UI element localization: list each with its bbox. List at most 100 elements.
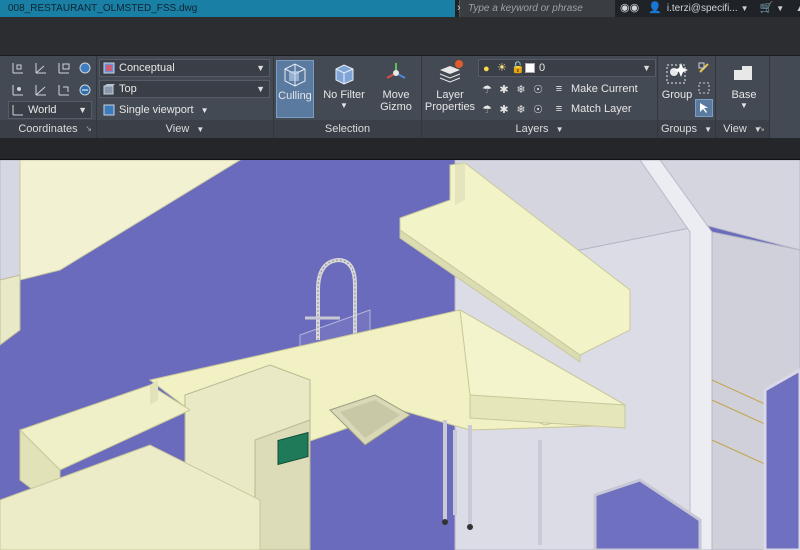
chevron-down-icon[interactable]: ▼ (776, 4, 784, 13)
user-icon[interactable]: 👤 (648, 0, 662, 17)
coordinate-system-dropdown[interactable]: World ▼ (8, 101, 92, 119)
visual-style-icon (103, 62, 115, 74)
app-exchange-icon[interactable]: ▲ (795, 0, 800, 17)
title-bar-tools: ◉◉ 👤 i.terzi@specifi... ▼ 🛒 ▼ ▲ (620, 0, 800, 17)
user-name[interactable]: i.terzi@specifi... (667, 3, 738, 14)
layers-panel: Layer Properties ● ☀ 🔓 0 ▼ ☂ ✱ ❄ ☉ ≡ Mak… (422, 56, 658, 138)
filter-cube-icon (335, 64, 354, 85)
ucs-icon (12, 104, 24, 116)
chevron-down-icon: ▼ (642, 63, 651, 73)
group-button[interactable]: Group (660, 60, 694, 118)
current-layer-value: 0 (539, 62, 546, 74)
viewport-config-button[interactable]: Single viewport ▼ (101, 101, 209, 119)
ucs-origin-icon[interactable] (10, 82, 26, 98)
chevron-down-icon[interactable]: ▼ (741, 4, 749, 13)
view-cube-icon (103, 83, 115, 95)
ucs-3point-icon[interactable] (56, 82, 72, 98)
ungroup-icon[interactable] (696, 60, 712, 76)
chevron-down-icon: ▼ (78, 105, 87, 115)
chevron-down-icon: ▼ (340, 101, 348, 110)
binoculars-icon[interactable]: ◉◉ (620, 0, 639, 17)
chevron-down-icon: ▼ (256, 63, 265, 73)
layer-properties-label-line2: Properties (424, 101, 476, 113)
layer-properties-icon (439, 60, 463, 83)
layers-panel-label[interactable]: Layers ▼ (422, 120, 657, 138)
chevron-down-icon: ▼ (196, 125, 205, 134)
drawing-viewport[interactable] (0, 160, 800, 550)
base-button[interactable]: Base ▼ (724, 60, 764, 118)
chevron-down-icon: ▼ (256, 84, 265, 94)
cart-icon[interactable]: 🛒 (760, 0, 774, 17)
layer-color-swatch (525, 63, 535, 73)
panel-label-text: View (723, 123, 747, 135)
panel-label-text: Selection (324, 123, 371, 135)
dialog-launcher-icon[interactable]: ↘ (85, 120, 92, 138)
layer-dropdown[interactable]: ● ☀ 🔓 0 ▼ (478, 59, 656, 77)
move-gizmo-label-line2: Gizmo (380, 101, 412, 113)
coordinates-panel: World ▼ Coordinates ↘ (0, 56, 97, 138)
match-layer-icon[interactable]: ≡ (552, 102, 566, 116)
culling-button[interactable]: Culling (276, 60, 314, 118)
selection-panel: Culling No Filter ▼ Move Gizmo Selection (274, 56, 422, 138)
no-filter-button[interactable]: No Filter ▼ (318, 60, 370, 118)
base-label: Base (731, 89, 757, 101)
layer-off-icon[interactable]: ☂ (480, 82, 494, 96)
ribbon-tab-bar (0, 17, 800, 56)
file-name: 008_RESTAURANT_OLMSTED_FSS.dwg (8, 3, 198, 14)
view-base-panel-label[interactable]: View ▼ ↘ (716, 120, 769, 138)
ucs-view-icon[interactable] (56, 60, 72, 76)
chevron-down-icon: ▼ (704, 125, 713, 134)
view-panel-label[interactable]: View ▼ (97, 120, 273, 138)
sun-icon: ☀ (497, 62, 507, 74)
culling-icon (284, 63, 306, 87)
visual-style-value: Conceptual (119, 62, 175, 74)
visual-style-dropdown[interactable]: Conceptual ▼ (99, 59, 270, 77)
base-view-icon (734, 66, 752, 80)
move-gizmo-button[interactable]: Move Gizmo (374, 60, 418, 118)
layer-unlock-icon[interactable]: ☉ (531, 102, 545, 116)
chevron-down-icon: ▼ (740, 101, 748, 110)
search-input[interactable]: › Type a keyword or phrase (457, 0, 615, 17)
ucs-object-icon[interactable] (77, 60, 93, 76)
groups-panel: Group Groups ▼ (658, 56, 716, 138)
layer-thaw-icon[interactable]: ❄ (514, 102, 528, 116)
layer-properties-button[interactable]: Layer Properties (424, 60, 476, 118)
view-preset-value: Top (119, 83, 137, 95)
match-layer-button[interactable]: Match Layer (571, 103, 632, 115)
viewport-config-value: Single viewport (119, 104, 194, 116)
panel-label-text: View (165, 123, 190, 135)
file-tab[interactable]: 008_RESTAURANT_OLMSTED_FSS.dwg (0, 0, 455, 17)
group-edit-icon[interactable] (696, 80, 712, 96)
panel-label-text: Groups (660, 123, 698, 135)
ribbon: World ▼ Coordinates ↘ Conceptual ▼ Top ▼ (0, 56, 800, 138)
layer-unisolate-icon[interactable]: ✱ (497, 102, 511, 116)
ucs-z-axis-icon[interactable] (33, 82, 49, 98)
group-icon (666, 63, 688, 84)
view-base-panel: Base ▼ View ▼ ↘ (716, 56, 770, 138)
groups-panel-label[interactable]: Groups ▼ (658, 120, 715, 138)
file-tabs-strip (0, 138, 800, 160)
layer-properties-label-line1: Layer (436, 89, 464, 101)
coordinates-panel-label[interactable]: Coordinates ↘ (0, 120, 96, 138)
3d-model-render (0, 160, 800, 550)
make-current-icon[interactable]: ≡ (552, 82, 566, 96)
culling-label: Culling (278, 90, 312, 102)
layer-lock-icon[interactable]: ☉ (531, 82, 545, 96)
chevron-right-icon: › (457, 2, 461, 14)
layer-isolate-icon[interactable]: ✱ (497, 82, 511, 96)
view-panel: Conceptual ▼ Top ▼ Single viewport ▼ Vie… (97, 56, 274, 138)
ucs-world-icon[interactable] (33, 60, 49, 76)
coordinate-system-value: World (28, 104, 57, 116)
ucs-icon[interactable] (10, 60, 26, 76)
layer-freeze-icon[interactable]: ❄ (514, 82, 528, 96)
no-filter-label: No Filter (323, 89, 365, 101)
layer-on-icon[interactable]: ☂ (480, 102, 494, 116)
dialog-launcher-icon[interactable]: ↘ (758, 120, 765, 138)
chevron-down-icon: ▼ (555, 125, 564, 134)
title-bar: 008_RESTAURANT_OLMSTED_FSS.dwg › Type a … (0, 0, 800, 17)
ucs-named-icon[interactable] (77, 82, 93, 98)
chevron-down-icon: ▼ (200, 106, 209, 115)
view-preset-dropdown[interactable]: Top ▼ (99, 80, 270, 98)
make-current-button[interactable]: Make Current (571, 83, 638, 95)
group-selection-toggle-icon[interactable] (695, 99, 713, 117)
